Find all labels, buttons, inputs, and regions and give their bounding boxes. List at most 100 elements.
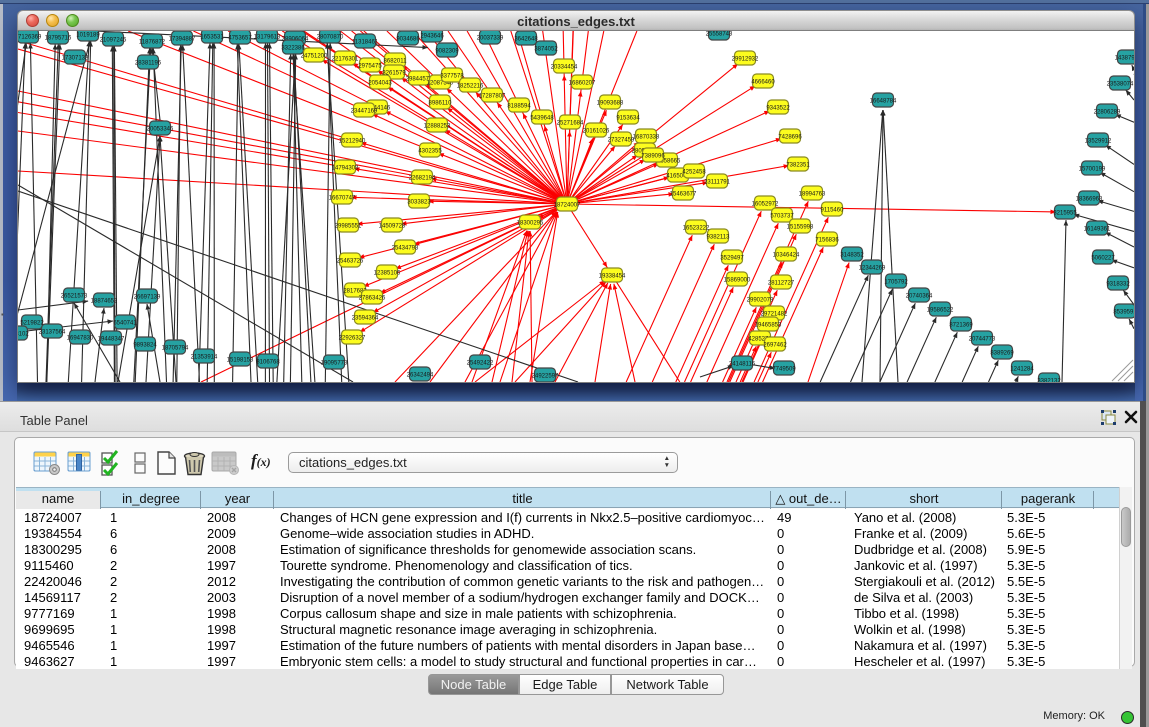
svg-text:19093688: 19093688 — [597, 101, 624, 107]
svg-text:13179613: 13179613 — [254, 35, 281, 41]
svg-text:22176301: 22176301 — [332, 57, 359, 63]
svg-text:4753657: 4753657 — [228, 36, 252, 42]
svg-text:19338454: 19338454 — [599, 274, 626, 280]
svg-text:29912932: 29912932 — [732, 57, 759, 63]
svg-text:1653531: 1653531 — [200, 35, 224, 41]
svg-text:20334454: 20334454 — [551, 65, 578, 71]
svg-text:5439648: 5439648 — [530, 116, 554, 122]
svg-text:20161026: 20161026 — [583, 129, 610, 135]
svg-text:25463726: 25463726 — [337, 259, 364, 265]
svg-text:3874052: 3874052 — [534, 47, 558, 53]
svg-text:20744773: 20744773 — [969, 337, 996, 343]
svg-text:1019189: 1019189 — [76, 33, 100, 39]
svg-text:27863426: 27863426 — [359, 296, 386, 302]
svg-text:9893824: 9893824 — [133, 343, 157, 349]
svg-text:2975475: 2975475 — [358, 64, 382, 70]
svg-text:16860207: 16860207 — [569, 81, 596, 87]
svg-text:23137564: 23137564 — [39, 330, 66, 336]
svg-text:14509728: 14509728 — [379, 224, 406, 230]
svg-text:26342494: 26342494 — [407, 373, 434, 379]
svg-text:23594364: 23594364 — [352, 316, 379, 322]
svg-text:15212940: 15212940 — [339, 139, 366, 145]
svg-text:25558743: 25558743 — [706, 32, 733, 38]
svg-text:15869000: 15869000 — [724, 278, 751, 284]
svg-text:3642648: 3642648 — [514, 37, 538, 43]
svg-text:5060227: 5060227 — [1091, 256, 1115, 262]
svg-text:3529497: 3529497 — [720, 256, 744, 262]
svg-text:22926327: 22926327 — [339, 336, 366, 342]
svg-text:28070870: 28070870 — [317, 35, 344, 41]
svg-text:15155998: 15155998 — [787, 225, 814, 231]
svg-text:24922597: 24922597 — [532, 374, 559, 380]
svg-text:9082309: 9082309 — [435, 49, 459, 55]
svg-text:25271684: 25271684 — [557, 121, 584, 127]
svg-text:17287807: 17287807 — [479, 94, 506, 100]
svg-text:24751200: 24751200 — [301, 54, 328, 60]
svg-text:3215955: 3215955 — [1053, 211, 1077, 217]
svg-text:11318461: 11318461 — [352, 40, 379, 46]
svg-text:18874652: 18874652 — [91, 299, 118, 305]
svg-text:17394887: 17394887 — [169, 37, 196, 43]
svg-text:25492422: 25492422 — [467, 361, 494, 367]
svg-text:14794303: 14794303 — [332, 166, 359, 172]
svg-text:5703737: 5703737 — [770, 214, 794, 220]
svg-text:8986110: 8986110 — [429, 101, 453, 107]
svg-text:21097245: 21097245 — [100, 38, 127, 44]
svg-text:27126369: 27126369 — [18, 35, 42, 41]
svg-text:22806289: 22806289 — [1094, 110, 1121, 116]
svg-text:18252216: 18252216 — [457, 84, 484, 90]
svg-text:8721369: 8721369 — [949, 323, 973, 329]
svg-text:10346424: 10346424 — [773, 253, 800, 259]
svg-text:23111791: 23111791 — [704, 180, 730, 186]
svg-text:8106768: 8106768 — [256, 360, 280, 366]
svg-text:20740364: 20740364 — [906, 294, 933, 300]
svg-text:3322386: 3322386 — [281, 46, 305, 52]
svg-text:16523222: 16523222 — [683, 226, 710, 232]
svg-text:12344269: 12344269 — [859, 266, 886, 272]
svg-text:18300295: 18300295 — [517, 221, 544, 227]
svg-text:1705792: 1705792 — [884, 280, 908, 286]
svg-text:15198153: 15198153 — [227, 358, 254, 364]
svg-text:7428696: 7428696 — [778, 135, 802, 141]
svg-text:24148116: 24148116 — [729, 362, 756, 368]
svg-text:25434793: 25434793 — [392, 246, 419, 252]
svg-text:23538074: 23538074 — [1107, 82, 1134, 88]
svg-text:20053346: 20053346 — [147, 127, 174, 133]
svg-text:9153634: 9153634 — [616, 116, 640, 122]
svg-text:16149361: 16149361 — [1084, 227, 1111, 233]
svg-text:5308102: 5308102 — [18, 332, 29, 338]
svg-text:7389096: 7389096 — [641, 154, 665, 160]
svg-text:28112727: 28112727 — [768, 281, 795, 287]
svg-text:19448347: 19448347 — [98, 337, 125, 343]
svg-text:4252458: 4252458 — [682, 170, 706, 176]
svg-text:3148352: 3148352 — [840, 253, 864, 259]
svg-text:19586522: 19586522 — [927, 308, 954, 314]
svg-text:28381196: 28381196 — [135, 61, 162, 67]
svg-text:29902079: 29902079 — [747, 298, 774, 304]
svg-text:29985551: 29985551 — [335, 224, 362, 230]
svg-text:18705794: 18705794 — [162, 346, 189, 352]
svg-text:15463677: 15463677 — [670, 192, 697, 198]
svg-text:3033823: 3033823 — [407, 200, 431, 206]
svg-text:7749509: 7749509 — [772, 367, 796, 373]
svg-text:2054043: 2054043 — [368, 81, 392, 87]
svg-text:2943646: 2943646 — [420, 34, 444, 40]
svg-text:8539591: 8539591 — [1113, 310, 1134, 316]
svg-text:4302355: 4302355 — [418, 149, 442, 155]
svg-text:7382351: 7382351 — [786, 163, 810, 169]
svg-text:20037339: 20037339 — [477, 36, 504, 42]
svg-text:16648784: 16648784 — [870, 99, 897, 105]
svg-text:2697462: 2697462 — [763, 343, 787, 349]
svg-text:27327459: 27327459 — [608, 138, 635, 144]
svg-text:9343522: 9343522 — [766, 106, 790, 112]
svg-text:16670747: 16670747 — [329, 196, 356, 202]
svg-text:16052972: 16052972 — [752, 202, 779, 208]
svg-text:1241284: 1241284 — [1010, 367, 1034, 373]
svg-text:9115460: 9115460 — [821, 208, 845, 214]
svg-text:18795716: 18795716 — [45, 36, 72, 42]
svg-text:19095773: 19095773 — [321, 361, 348, 367]
svg-text:6540741: 6540741 — [113, 321, 137, 327]
svg-text:3382132: 3382132 — [1037, 379, 1061, 383]
svg-text:21353914: 21353914 — [191, 355, 218, 361]
svg-text:9034686: 9034686 — [396, 37, 420, 43]
